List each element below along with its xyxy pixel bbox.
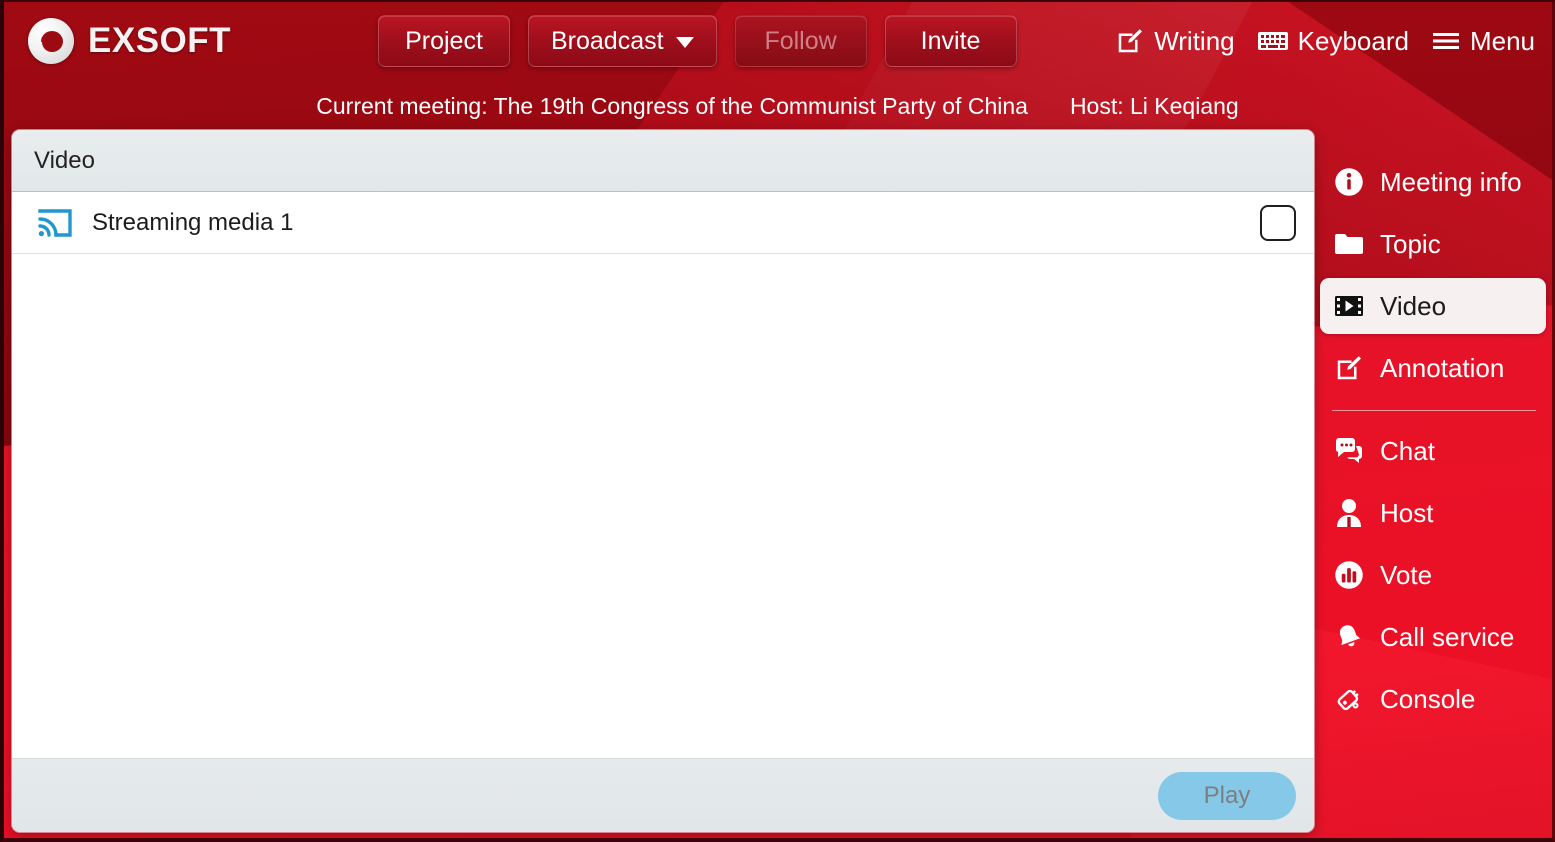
keyboard-label: Keyboard <box>1297 25 1409 56</box>
sidebar: Meeting info Topic Video Annotation Chat… <box>1314 130 1552 830</box>
current-meeting-text: Current meeting: The 19th Congress of th… <box>316 92 1028 119</box>
sidebar-item-video[interactable]: Video <box>1320 278 1546 334</box>
top-button-group: Project Broadcast Follow Invite <box>378 15 1017 67</box>
invite-button[interactable]: Invite <box>884 15 1017 67</box>
project-button[interactable]: Project <box>378 15 510 67</box>
panel-title: Video <box>34 146 95 174</box>
list-item[interactable]: Streaming media 1 <box>12 192 1314 254</box>
keyboard-icon <box>1257 28 1289 54</box>
project-button-label: Project <box>405 26 483 55</box>
media-row-label: Streaming media 1 <box>92 208 294 236</box>
chevron-down-icon <box>675 37 694 48</box>
media-row-checkbox[interactable] <box>1260 204 1296 241</box>
top-right-group: Writing Keyboard Menu <box>1115 0 1535 82</box>
sidebar-divider <box>1332 410 1536 411</box>
sidebar-item-chat[interactable]: Chat <box>1320 423 1546 479</box>
writing-label: Writing <box>1154 25 1235 56</box>
folder-icon <box>1334 229 1364 259</box>
exsoft-circle-logo-icon <box>28 18 74 64</box>
app-root: EXSOFT Project Broadcast Follow Invite W… <box>0 0 1555 842</box>
bar-chart-circle-icon <box>1334 560 1364 590</box>
top-bar: EXSOFT Project Broadcast Follow Invite W… <box>0 0 1555 82</box>
pencil-square-icon <box>1115 26 1145 56</box>
sidebar-item-label: Topic <box>1380 228 1441 259</box>
panel-header: Video <box>12 130 1314 192</box>
sidebar-item-label: Call service <box>1380 621 1515 652</box>
tag-plug-icon <box>1334 684 1364 714</box>
person-icon <box>1334 498 1364 528</box>
keyboard-button[interactable]: Keyboard <box>1257 26 1409 57</box>
sidebar-item-label: Chat <box>1380 435 1435 466</box>
play-button[interactable]: Play <box>1158 771 1296 820</box>
sidebar-item-meeting-info[interactable]: Meeting info <box>1320 154 1546 210</box>
invite-button-label: Invite <box>920 26 981 55</box>
panel-footer: Play <box>12 758 1314 832</box>
sidebar-item-label: Host <box>1380 497 1434 528</box>
sidebar-item-call-service[interactable]: Call service <box>1320 609 1546 665</box>
sidebar-item-label: Video <box>1380 290 1447 321</box>
follow-button[interactable]: Follow <box>734 15 867 67</box>
follow-button-label: Follow <box>764 26 837 55</box>
hamburger-menu-icon <box>1431 29 1461 53</box>
chat-bubble-icon <box>1334 436 1364 466</box>
sidebar-item-label: Meeting info <box>1380 166 1522 197</box>
broadcast-button[interactable]: Broadcast <box>528 15 717 67</box>
sidebar-item-label: Vote <box>1380 559 1433 590</box>
video-panel: Video Streaming media 1 Play <box>12 130 1314 832</box>
cast-stream-icon <box>36 207 74 239</box>
brand: EXSOFT <box>28 18 378 64</box>
pencil-square-icon <box>1334 353 1364 383</box>
bell-icon <box>1334 622 1364 652</box>
menu-button[interactable]: Menu <box>1431 26 1535 57</box>
media-list: Streaming media 1 <box>12 192 1314 758</box>
writing-button[interactable]: Writing <box>1115 25 1235 57</box>
meeting-host-text: Host: Li Keqiang <box>1069 92 1239 119</box>
sidebar-item-topic[interactable]: Topic <box>1320 216 1546 272</box>
menu-label: Menu <box>1469 25 1535 56</box>
film-strip-icon <box>1334 291 1364 321</box>
sidebar-item-label: Console <box>1380 683 1476 714</box>
sidebar-item-annotation[interactable]: Annotation <box>1320 340 1546 396</box>
sidebar-item-vote[interactable]: Vote <box>1320 547 1546 603</box>
sidebar-item-label: Annotation <box>1380 352 1505 383</box>
sidebar-item-host[interactable]: Host <box>1320 485 1546 541</box>
sidebar-item-console[interactable]: Console <box>1320 671 1546 727</box>
info-circle-icon <box>1334 167 1364 197</box>
brand-name: EXSOFT <box>88 21 232 60</box>
media-row-content: Streaming media 1 <box>36 207 1260 239</box>
meeting-info-bar: Current meeting: The 19th Congress of th… <box>0 82 1555 130</box>
broadcast-button-label: Broadcast <box>551 26 664 55</box>
